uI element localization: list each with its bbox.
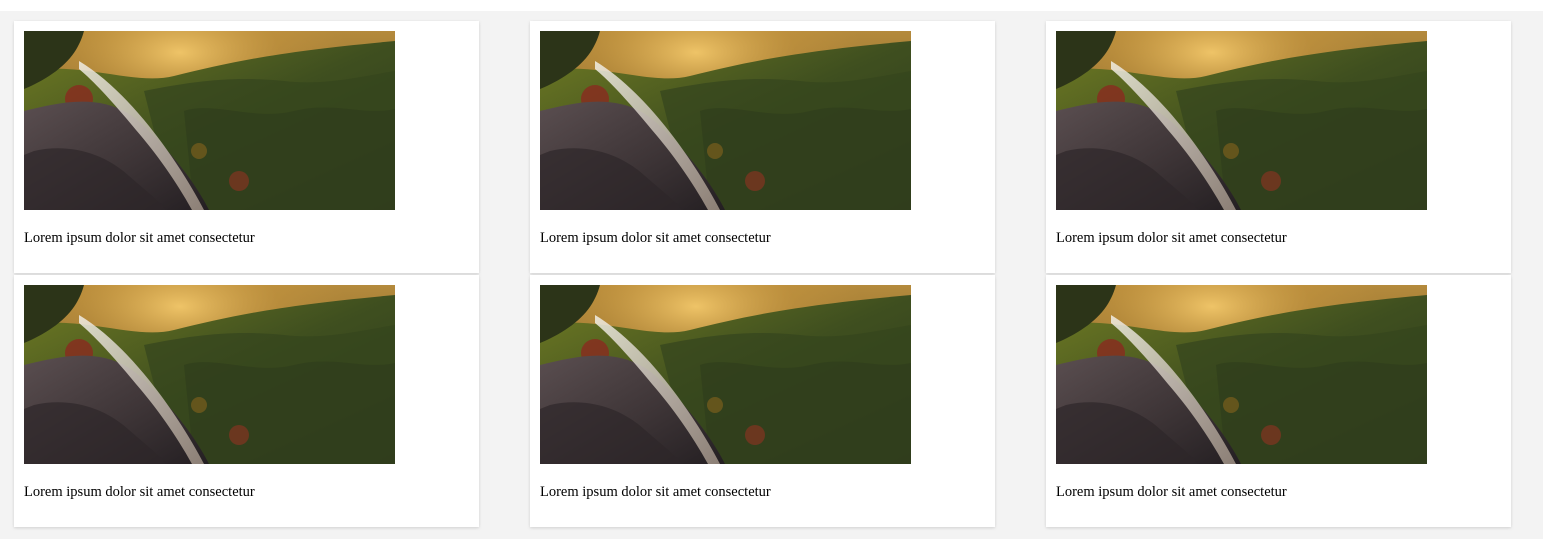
landscape-image <box>1056 285 1427 464</box>
gallery-card[interactable]: Lorem ipsum dolor sit amet consectetur <box>530 275 995 527</box>
card-caption: Lorem ipsum dolor sit amet consectetur <box>540 484 771 500</box>
card-caption: Lorem ipsum dolor sit amet consectetur <box>24 484 255 500</box>
landscape-image <box>24 31 395 210</box>
gallery-card[interactable]: Lorem ipsum dolor sit amet consectetur <box>530 21 995 273</box>
landscape-image <box>1056 31 1427 210</box>
landscape-image <box>24 285 395 464</box>
gallery-background: Lorem ipsum dolor sit amet consectetur L… <box>0 11 1543 539</box>
gallery-card[interactable]: Lorem ipsum dolor sit amet consectetur <box>1046 275 1511 527</box>
landscape-image <box>540 31 911 210</box>
gallery-card[interactable]: Lorem ipsum dolor sit amet consectetur <box>1046 21 1511 273</box>
card-caption: Lorem ipsum dolor sit amet consectetur <box>540 230 771 246</box>
landscape-image <box>540 285 911 464</box>
gallery-card[interactable]: Lorem ipsum dolor sit amet consectetur <box>14 21 479 273</box>
card-caption: Lorem ipsum dolor sit amet consectetur <box>24 230 255 246</box>
card-caption: Lorem ipsum dolor sit amet consectetur <box>1056 484 1287 500</box>
card-caption: Lorem ipsum dolor sit amet consectetur <box>1056 230 1287 246</box>
gallery-card[interactable]: Lorem ipsum dolor sit amet consectetur <box>14 275 479 527</box>
card-grid: Lorem ipsum dolor sit amet consectetur L… <box>14 21 1511 527</box>
